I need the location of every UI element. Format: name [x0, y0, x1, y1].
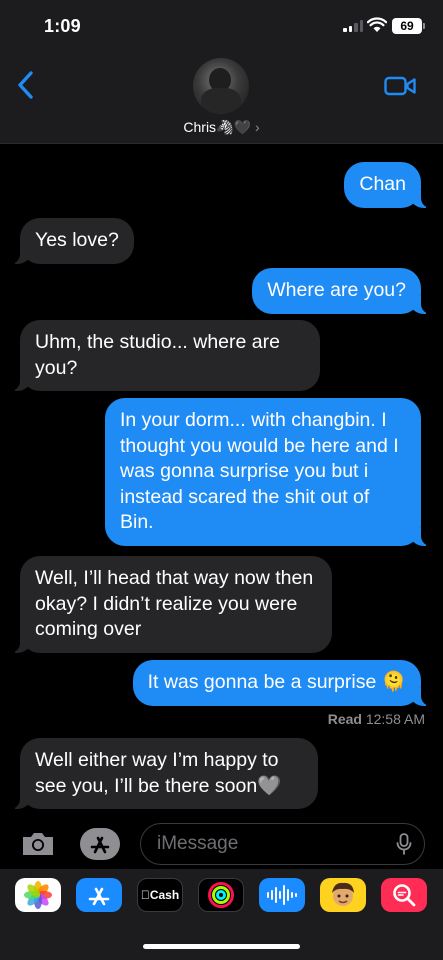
- message-bubble-sent[interactable]: Where are you?: [252, 268, 431, 314]
- contact-name-row[interactable]: Chris🦓🖤 ›: [0, 119, 443, 136]
- message-bubble-received[interactable]: Well, I’ll head that way now then okay? …: [10, 556, 332, 653]
- activity-icon[interactable]: [198, 878, 244, 912]
- message-input[interactable]: [157, 824, 387, 863]
- contact-name: Chris🦓🖤: [183, 119, 251, 135]
- conversation-header: Chris🦓🖤 ›: [0, 52, 443, 144]
- read-time: 12:58 AM: [365, 711, 425, 727]
- message-bubble-received[interactable]: Uhm, the studio... where are you?: [10, 320, 320, 391]
- apple-cash-label: Cash: [145, 888, 179, 902]
- app-store-icon[interactable]: [76, 878, 122, 912]
- wifi-icon: [367, 17, 387, 32]
- home-indicator[interactable]: [143, 944, 300, 949]
- facetime-video-icon[interactable]: [384, 76, 416, 96]
- battery-icon: 69: [392, 18, 425, 34]
- apple-cash-icon[interactable]: Cash: [137, 878, 183, 912]
- read-receipt: Read 12:58 AM: [328, 711, 425, 727]
- contact-avatar[interactable]: [193, 58, 249, 114]
- memoji-icon[interactable]: [320, 878, 366, 912]
- message-bubble-received[interactable]: Well either way I’m happy to see you, I’…: [10, 738, 318, 809]
- back-chevron-icon[interactable]: [16, 70, 36, 100]
- message-input-container[interactable]: [140, 823, 425, 865]
- message-bubble-sent[interactable]: In your dorm... with changbin. I thought…: [105, 398, 431, 546]
- status-bar: 1:09 69: [0, 0, 443, 52]
- app-store-drawer-icon[interactable]: [80, 828, 120, 860]
- read-label: Read: [327, 711, 362, 727]
- message-bubble-sent[interactable]: Chan: [344, 162, 431, 208]
- images-search-icon[interactable]: [381, 878, 427, 912]
- camera-icon[interactable]: [20, 830, 56, 858]
- audio-message-icon[interactable]: [259, 878, 305, 912]
- battery-level: 69: [400, 19, 414, 33]
- cellular-signal-icon: [343, 20, 363, 32]
- message-bubble-sent[interactable]: It was gonna be a surprise 🫠: [132, 660, 432, 706]
- status-time: 1:09: [44, 16, 81, 36]
- microphone-icon[interactable]: [396, 833, 412, 855]
- chevron-right-icon: ›: [254, 119, 260, 135]
- compose-bar: [0, 822, 443, 868]
- photos-icon[interactable]: [15, 878, 61, 912]
- message-bubble-received[interactable]: Yes love?: [10, 218, 134, 264]
